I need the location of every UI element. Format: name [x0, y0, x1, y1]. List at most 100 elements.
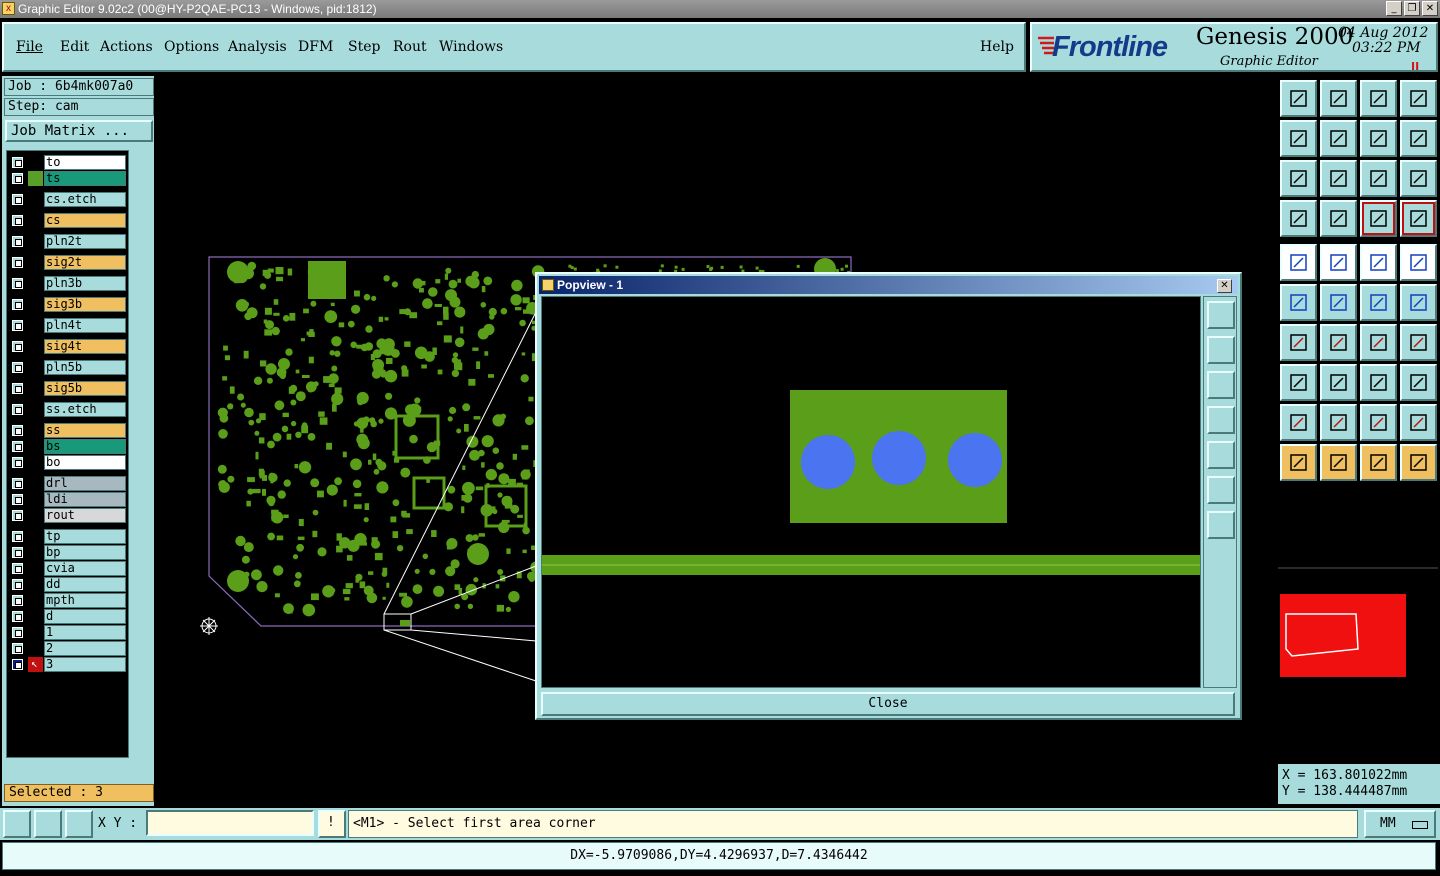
layer-checkbox[interactable] — [12, 595, 23, 606]
layer-side-indicator[interactable] — [28, 155, 43, 170]
zoom-center-icon[interactable] — [1320, 160, 1357, 197]
layer-name[interactable]: 3 — [44, 657, 126, 672]
layer-side-indicator[interactable] — [28, 593, 43, 608]
settings-icon[interactable] — [1280, 200, 1317, 237]
layer-name[interactable]: sig5b — [44, 381, 126, 396]
arc-split-icon[interactable] — [1400, 404, 1437, 441]
layer-row-ts[interactable]: ts — [9, 171, 128, 186]
layer-side-indicator[interactable] — [28, 381, 43, 396]
grid-snap-icon[interactable] — [65, 810, 93, 838]
menu-file[interactable]: File — [16, 39, 43, 55]
layer-row-3[interactable]: ↖ 3 — [9, 657, 128, 672]
popview-pan-left-icon[interactable] — [1207, 406, 1235, 434]
select-box-icon[interactable] — [1320, 444, 1357, 481]
menu-dfm[interactable]: DFM — [298, 39, 333, 55]
menu-rout[interactable]: Rout — [393, 39, 427, 55]
popview-close-button[interactable]: Close — [541, 692, 1235, 716]
menu-help[interactable]: Help — [980, 39, 1014, 55]
layer-side-indicator[interactable] — [28, 492, 43, 507]
layer-checkbox[interactable] — [12, 236, 23, 247]
angle-icon[interactable] — [1280, 324, 1317, 361]
group-icon[interactable] — [1400, 364, 1437, 401]
layer-row-1[interactable]: 1 — [9, 625, 128, 640]
layer-row-drl[interactable]: drl — [9, 476, 128, 491]
layer-row-pln4t[interactable]: pln4t — [9, 318, 128, 333]
restore-icon[interactable]: ❐ — [1404, 1, 1420, 16]
layer-name[interactable]: cvia — [44, 561, 126, 576]
save-icon[interactable] — [1280, 80, 1317, 117]
grid-icon[interactable] — [1320, 200, 1357, 237]
layer-row-to[interactable]: to — [9, 155, 128, 170]
layer-name[interactable]: dd — [44, 577, 126, 592]
layer-name[interactable]: sig4t — [44, 339, 126, 354]
layer-row-sig3b[interactable]: sig3b — [9, 297, 128, 312]
layer-checkbox[interactable] — [12, 643, 23, 654]
snap-layer-icon[interactable] — [1360, 200, 1397, 237]
layer-side-indicator[interactable] — [28, 360, 43, 375]
arc-edit-icon[interactable] — [1320, 404, 1357, 441]
layer-checkbox[interactable] — [12, 659, 23, 670]
layer-checkbox[interactable] — [12, 494, 23, 505]
close-icon[interactable]: ✕ — [1422, 1, 1438, 16]
layer-row-bs[interactable]: bs — [9, 439, 128, 454]
layer-checkbox[interactable] — [12, 425, 23, 436]
select-icon[interactable] — [1280, 444, 1317, 481]
layer-side-indicator[interactable] — [28, 171, 43, 186]
layer-row-cs[interactable]: cs — [9, 213, 128, 228]
connect-icon[interactable] — [1280, 284, 1317, 321]
layer-side-indicator[interactable] — [28, 545, 43, 560]
layer-checkbox[interactable] — [12, 627, 23, 638]
layer-side-indicator[interactable] — [28, 439, 43, 454]
layer-side-indicator[interactable] — [28, 213, 43, 228]
layer-side-indicator[interactable] — [28, 609, 43, 624]
layer-row-bo[interactable]: bo — [9, 455, 128, 470]
layer-name[interactable]: ts — [44, 171, 126, 186]
close-icon[interactable]: ✕ — [1217, 279, 1232, 293]
layer-name[interactable]: d — [44, 609, 126, 624]
layer-row-dd[interactable]: dd — [9, 577, 128, 592]
layer-name[interactable]: drl — [44, 476, 126, 491]
snap-angle-icon[interactable] — [34, 810, 62, 838]
layer-name[interactable]: cs.etch — [44, 192, 126, 207]
layer-row-ss-etch[interactable]: ss.etch — [9, 402, 128, 417]
popview-titlebar[interactable]: Popview - 1 ✕ — [539, 276, 1238, 294]
menu-options[interactable]: Options — [164, 39, 219, 55]
layer-row-sig5b[interactable]: sig5b — [9, 381, 128, 396]
split-icon[interactable] — [1280, 364, 1317, 401]
layer-checkbox[interactable] — [12, 157, 23, 168]
zoom-fit-icon[interactable] — [1280, 160, 1317, 197]
layer-side-indicator[interactable]: ↖ — [28, 657, 43, 672]
layer-name[interactable]: ldi — [44, 492, 126, 507]
layer-row-pln5b[interactable]: pln5b — [9, 360, 128, 375]
select-route-icon[interactable] — [1400, 444, 1437, 481]
overview-map[interactable] — [1278, 484, 1438, 764]
layer-checkbox[interactable] — [12, 457, 23, 468]
layer-name[interactable]: to — [44, 155, 126, 170]
layer-row-ss[interactable]: ss — [9, 423, 128, 438]
layer-row-ldi[interactable]: ldi — [9, 492, 128, 507]
layer-side-indicator[interactable] — [28, 234, 43, 249]
window-icon[interactable] — [1400, 80, 1437, 117]
layer-side-indicator[interactable] — [28, 577, 43, 592]
break-icon[interactable] — [1320, 364, 1357, 401]
add-pad-icon[interactable] — [1280, 244, 1317, 281]
layer-checkbox[interactable] — [12, 510, 23, 521]
arc-join-icon[interactable] — [1360, 404, 1397, 441]
layer-row-pln2t[interactable]: pln2t — [9, 234, 128, 249]
layer-side-indicator[interactable] — [28, 476, 43, 491]
layer-checkbox[interactable] — [12, 611, 23, 622]
layer-name[interactable]: pln2t — [44, 234, 126, 249]
layer-checkbox[interactable] — [12, 563, 23, 574]
info-icon[interactable]: ! — [318, 810, 346, 838]
mirror-icon[interactable] — [1400, 324, 1437, 361]
units-select[interactable]: MM — [1364, 810, 1436, 838]
layer-checkbox[interactable] — [12, 341, 23, 352]
popview-zoom-home-icon[interactable] — [1207, 301, 1235, 329]
slope-icon[interactable] — [1320, 324, 1357, 361]
layer-name[interactable]: ss.etch — [44, 402, 126, 417]
layer-checkbox[interactable] — [12, 320, 23, 331]
select-arrow-icon[interactable] — [1360, 444, 1397, 481]
layer-name[interactable]: bs — [44, 439, 126, 454]
popview-zoom-out-icon[interactable] — [1207, 476, 1235, 504]
job-matrix-button[interactable]: Job Matrix ... — [5, 120, 153, 142]
